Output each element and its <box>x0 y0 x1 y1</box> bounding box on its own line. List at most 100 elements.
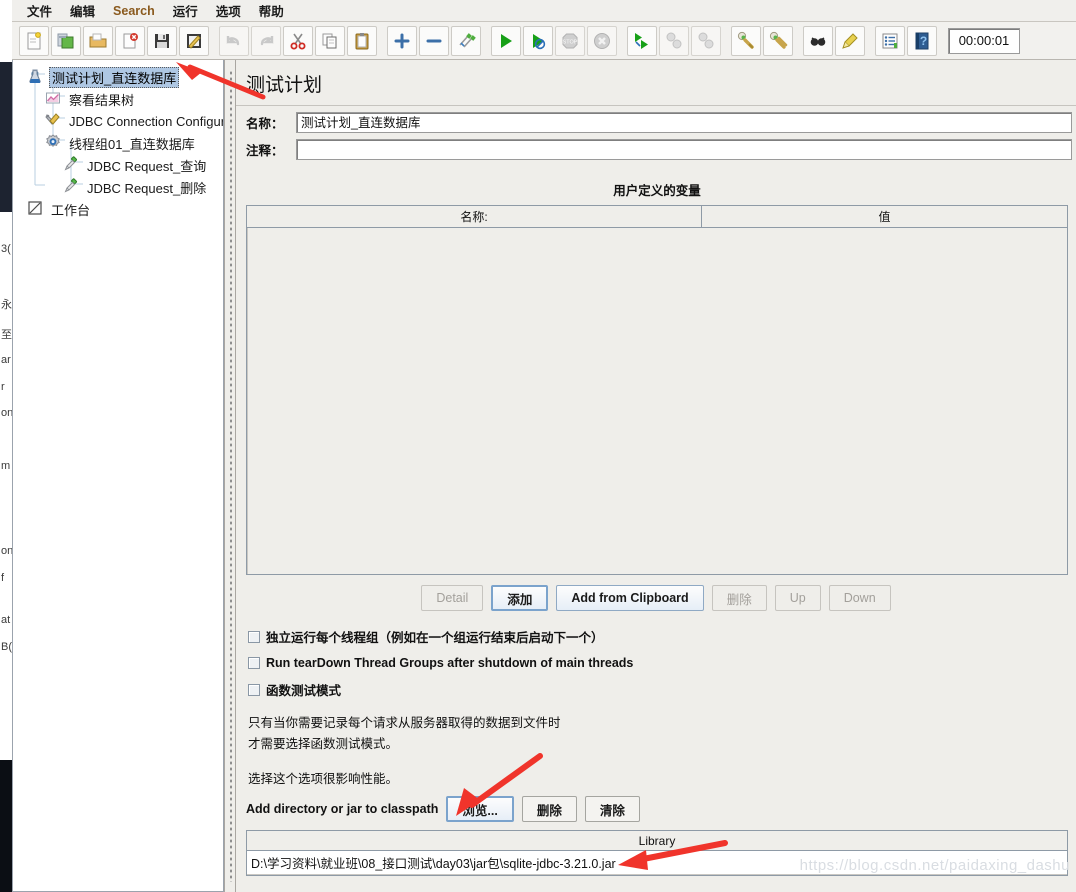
divider-grip-dots <box>229 70 233 882</box>
tree-node-0[interactable]: 测试计划_直连数据库 <box>13 66 223 88</box>
test-plan-tree[interactable]: 测试计划_直连数据库 察看结果树 JDBC Connection Configura… <box>12 60 224 892</box>
comment-row: 注释： <box>246 139 1072 160</box>
background-text-fragment: 永 <box>1 299 12 311</box>
paste-icon[interactable] <box>347 25 377 56</box>
variables-button-row: Detail 添加 Add from Clipboard 删除 Up Down <box>236 585 1076 611</box>
toolbar-separator-6 <box>794 26 802 56</box>
variables-down-button: Down <box>828 585 891 611</box>
checkbox-label-1: Run tearDown Thread Groups after shutdow… <box>266 656 634 670</box>
test-plan-icon <box>27 68 45 86</box>
note-gap <box>248 755 1076 769</box>
tree-node-1[interactable]: 察看结果树 <box>13 88 223 110</box>
note-line-2: 才需要选择函数测试模式。 <box>248 737 399 751</box>
menu-item-1[interactable]: 编辑 <box>61 0 104 22</box>
checkbox-label-0: 独立运行每个线程组（例如在一个组运行结束后启动下一个） <box>266 631 604 645</box>
save-icon[interactable] <box>147 25 177 56</box>
variables---button: 删除 <box>711 585 767 611</box>
option-checkbox-row-0[interactable]: 独立运行每个线程组（例如在一个组运行结束后启动下一个） <box>248 627 1076 646</box>
background-text-fragment: 至 <box>1 329 12 341</box>
svg-text:?: ? <box>920 34 927 48</box>
toggle-icon[interactable] <box>451 25 481 56</box>
tree-node-2[interactable]: JDBC Connection Configura <box>13 110 223 132</box>
undo-icon <box>219 25 249 56</box>
test-plan-editor-panel: 测试计划 名称： 测试计划_直连数据库 注释： 用户定义的变量 名称: 值 Det… <box>236 60 1076 892</box>
tree-node-label: 工作台 <box>51 202 91 218</box>
checkbox-label-2: 函数测试模式 <box>266 684 342 698</box>
name-label: 名称： <box>246 117 284 131</box>
reset-search-icon[interactable] <box>835 25 865 56</box>
comment-input[interactable] <box>296 139 1072 160</box>
watermark-text: https://blog.csdn.net/paidaxing_dashu <box>799 857 1070 874</box>
user-defined-variables-section: 用户定义的变量 名称: 值 <box>246 174 1068 575</box>
variables-detail-button: Detail <box>421 585 484 611</box>
tree-node-6[interactable]: 工作台 <box>13 198 223 220</box>
help-icon[interactable]: ? <box>907 25 937 56</box>
background-dark-block-top <box>0 62 12 212</box>
shutdown-remote-all-icon <box>691 25 721 56</box>
background-text-fragment: on <box>1 545 12 557</box>
tree-node-label: JDBC Connection Configura <box>69 113 224 129</box>
split-pane-divider[interactable] <box>224 60 236 892</box>
variables-up-button: Up <box>774 585 821 611</box>
start-remote-all-icon[interactable] <box>627 25 657 56</box>
checkbox-1[interactable] <box>248 657 260 669</box>
background-dark-block-bottom <box>0 760 12 892</box>
function-helper-icon[interactable] <box>875 25 905 56</box>
expand-all-icon[interactable] <box>387 25 417 56</box>
copy-icon[interactable] <box>315 25 345 56</box>
tree-node-label: 线程组01_直连数据库 <box>69 136 195 152</box>
menu-item-2[interactable]: Search <box>104 2 164 20</box>
option-checkbox-row-2[interactable]: 函数测试模式 <box>248 680 1076 699</box>
tree-node-label: JDBC Request_删除 <box>87 180 207 196</box>
classpath-button-1[interactable]: 删除 <box>521 796 577 822</box>
close-icon[interactable] <box>115 25 145 56</box>
checkbox-0[interactable] <box>248 630 260 643</box>
classpath-button-0[interactable]: 浏览... <box>446 796 514 822</box>
cut-icon[interactable] <box>283 25 313 56</box>
start-icon[interactable] <box>491 25 521 56</box>
menu-item-4[interactable]: 选项 <box>207 0 250 22</box>
tree-node-3[interactable]: 线程组01_直连数据库 <box>13 132 223 154</box>
option-checkbox-row-1[interactable]: Run tearDown Thread Groups after shutdow… <box>248 656 1076 670</box>
variables-table-body[interactable] <box>247 228 1067 574</box>
variables-table[interactable]: 名称: 值 <box>246 205 1068 575</box>
search-icon[interactable] <box>803 25 833 56</box>
stop-icon: STOP <box>555 25 585 56</box>
tree-node-label: JDBC Request_查询 <box>87 158 207 174</box>
menu-item-0[interactable]: 文件 <box>18 0 61 22</box>
new-icon[interactable] <box>19 25 49 56</box>
toolbar-separator-7 <box>866 26 874 56</box>
variables-column-header-0[interactable]: 名称: <box>247 206 703 228</box>
variables---button[interactable]: 添加 <box>491 585 549 611</box>
redo-icon <box>251 25 281 56</box>
menu-bar: 文件 编辑 Search 运行 选项 帮助 <box>12 0 1076 22</box>
tree-node-4[interactable]: JDBC Request_查询 <box>13 154 223 176</box>
toolbar-separator-4 <box>618 26 626 56</box>
clear-all-icon[interactable] <box>763 25 793 56</box>
function-mode-note: 只有当你需要记录每个请求从服务器取得的数据到文件时 才需要选择函数测试模式。 选… <box>236 709 1076 790</box>
toolbar-separator-1 <box>210 26 218 56</box>
name-input[interactable]: 测试计划_直连数据库 <box>296 112 1072 133</box>
variables-add-from-clipboard-button[interactable]: Add from Clipboard <box>556 585 704 611</box>
page-title: 测试计划 <box>246 75 323 96</box>
background-text-fragment: ar <box>1 354 11 366</box>
save-as-icon[interactable] <box>179 25 209 56</box>
name-comment-fields: 名称： 测试计划_直连数据库 注释： <box>236 106 1076 168</box>
collapse-all-icon[interactable] <box>419 25 449 56</box>
background-text-fragment: at <box>1 614 11 626</box>
workbench-icon <box>27 200 45 218</box>
checkbox-2[interactable] <box>248 683 260 696</box>
templates-icon[interactable] <box>51 25 81 56</box>
toolbar: STOP ? 00:00:01 <box>12 22 1076 60</box>
thread-group-icon <box>45 134 63 152</box>
background-text-fragment: r <box>1 381 5 393</box>
menu-item-5[interactable]: 帮助 <box>250 0 293 22</box>
open-icon[interactable] <box>83 25 113 56</box>
clear-icon[interactable] <box>731 25 761 56</box>
variables-column-header-1[interactable]: 值 <box>702 206 1067 228</box>
start-no-pauses-icon[interactable] <box>523 25 553 56</box>
sampler-icon <box>63 156 81 174</box>
menu-item-3[interactable]: 运行 <box>164 0 207 22</box>
classpath-button-2[interactable]: 清除 <box>584 796 640 822</box>
tree-node-5[interactable]: JDBC Request_删除 <box>13 176 223 198</box>
